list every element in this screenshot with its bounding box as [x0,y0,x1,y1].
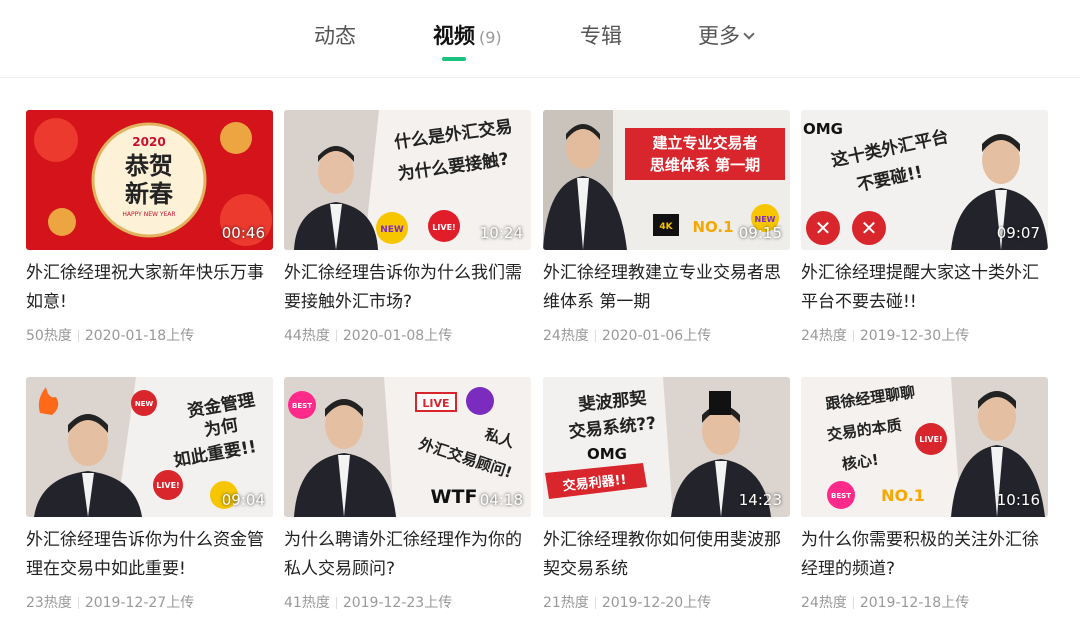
upload-date: 2019-12-30上传 [859,328,970,344]
thumb-text: OMG [587,445,627,463]
video-card[interactable]: BEST LIVE 私人 外汇交易顾问! WTF 04:18 为什么聘请外汇徐经… [284,377,531,612]
video-card[interactable]: 什么是外汇交易 为什么要接触? NEW LIVE! 10:24 外汇徐经理告诉你… [284,110,531,345]
x-mark-icon: ✕ [815,216,832,240]
heat-count: 50热度 [26,328,72,344]
heat-count: 23热度 [26,595,72,611]
thumb-text: BEST [831,492,851,500]
video-title[interactable]: 为什么聘请外汇徐经理作为你的私人交易顾问? [284,526,531,584]
video-thumbnail[interactable]: OMG 这十类外汇平台 不要碰!! ✕ ✕ 09:07 [801,110,1048,250]
thumb-text: NEW [380,225,404,235]
thumb-text: 建立专业交易者 [652,134,757,152]
thumb-text: 2020 [132,135,165,149]
thumb-text: LIVE [422,397,449,410]
thumb-text: 新春 [125,179,173,208]
divider [335,597,337,609]
thumb-text: OMG [803,120,843,138]
thumb-text: 恭贺 [124,151,173,180]
video-card[interactable]: NEW 资金管理 为何 如此重要!! LIVE! 09:04 外汇徐经理告诉你为… [26,377,273,612]
tab-label: 专辑 [580,24,622,48]
video-card[interactable]: 跟徐经理聊聊 交易的本质 核心! LIVE! BEST NO.1 10:16 为… [801,377,1048,612]
video-meta: 24热度 2020-01-06上传 [543,325,790,345]
thumb-text: HAPPY NEW YEAR [122,211,175,218]
heat-count: 24热度 [801,328,847,344]
thumb-text: 4K [659,222,673,232]
upload-date: 2020-01-06上传 [601,328,712,344]
video-thumbnail[interactable]: 什么是外汇交易 为什么要接触? NEW LIVE! 10:24 [284,110,531,250]
video-card[interactable]: 2020 恭贺 新春 HAPPY NEW YEAR 00:46 外汇徐经理祝大家… [26,110,273,345]
thumb-text: NEW [135,400,154,408]
video-meta: 21热度 2019-12-20上传 [543,592,790,612]
tab-label: 更多 [698,24,740,48]
heat-count: 21热度 [543,595,589,611]
thumb-text: LIVE! [156,481,179,490]
duration-label: 14:23 [738,491,782,509]
tab-bar: 动态 视频 (9) 专辑 更多 [0,0,1080,78]
thumb-text: BEST [292,402,312,410]
video-thumbnail[interactable]: BEST LIVE 私人 外汇交易顾问! WTF 04:18 [284,377,531,517]
video-meta: 24热度 2019-12-30上传 [801,325,1048,345]
heat-count: 41热度 [284,595,330,611]
tab-label: 动态 [314,24,356,48]
video-thumbnail[interactable]: 2020 恭贺 新春 HAPPY NEW YEAR 00:46 [26,110,273,250]
tab-more[interactable]: 更多 [698,20,755,52]
video-thumbnail[interactable]: 斐波那契 交易系统?? OMG 交易利器!! 14:23 [543,377,790,517]
heat-count: 24热度 [801,595,847,611]
video-thumbnail[interactable]: 跟徐经理聊聊 交易的本质 核心! LIVE! BEST NO.1 10:16 [801,377,1048,517]
duration-label: 04:18 [479,491,523,509]
divider [852,330,854,342]
duration-label: 10:16 [996,491,1040,509]
divider [594,597,596,609]
duration-label: 00:46 [221,224,265,242]
thumb-text: NO.1 [881,486,925,505]
upload-date: 2019-12-18上传 [859,595,970,611]
tab-albums[interactable]: 专辑 [580,20,622,52]
duration-label: 09:04 [221,491,265,509]
thumb-text: WTF [431,486,478,508]
video-meta: 41热度 2019-12-23上传 [284,592,531,612]
duration-label: 10:24 [479,224,523,242]
active-tab-indicator [442,57,466,61]
divider [335,330,337,342]
upload-date: 2019-12-27上传 [84,595,195,611]
thumb-text: NO.1 [692,218,733,236]
divider [852,597,854,609]
video-title[interactable]: 外汇徐经理教建立专业交易者思维体系 第一期 [543,259,790,317]
video-title[interactable]: 外汇徐经理告诉你为什么我们需要接触外汇市场? [284,259,531,317]
video-title[interactable]: 为什么你需要积极的关注外汇徐经理的频道? [801,526,1048,584]
upload-date: 2019-12-20上传 [601,595,712,611]
video-meta: 23热度 2019-12-27上传 [26,592,273,612]
thumb-text: LIVE! [432,223,455,232]
video-card[interactable]: OMG 这十类外汇平台 不要碰!! ✕ ✕ 09:07 外汇徐经理提醒大家这十类… [801,110,1048,345]
video-meta: 50热度 2020-01-18上传 [26,325,273,345]
video-title[interactable]: 外汇徐经理告诉你为什么资金管理在交易中如此重要! [26,526,273,584]
thumb-text: 思维体系 第一期 [650,156,760,174]
tab-count: (9) [479,28,502,47]
tab-label: 视频 [433,24,475,48]
heat-count: 44热度 [284,328,330,344]
tab-dynamics[interactable]: 动态 [314,20,356,52]
chevron-down-icon [743,28,755,40]
video-thumbnail[interactable]: 建立专业交易者 思维体系 第一期 4K NO.1 NEW 09:15 [543,110,790,250]
tab-videos[interactable]: 视频 (9) [433,20,502,61]
duration-label: 09:07 [996,224,1040,242]
video-title[interactable]: 外汇徐经理祝大家新年快乐万事如意! [26,259,273,317]
duration-label: 09:15 [738,224,782,242]
divider [77,330,79,342]
thumb-text: LIVE! [919,435,942,444]
video-card[interactable]: 建立专业交易者 思维体系 第一期 4K NO.1 NEW 09:15 外汇徐经理… [543,110,790,345]
divider [77,597,79,609]
divider [594,330,596,342]
video-meta: 44热度 2020-01-08上传 [284,325,531,345]
video-meta: 24热度 2019-12-18上传 [801,592,1048,612]
video-card[interactable]: 斐波那契 交易系统?? OMG 交易利器!! 14:23 外汇徐经理教你如何使用… [543,377,790,612]
upload-date: 2020-01-18上传 [84,328,195,344]
heat-count: 24热度 [543,328,589,344]
upload-date: 2019-12-23上传 [342,595,453,611]
video-title[interactable]: 外汇徐经理教你如何使用斐波那契交易系统 [543,526,790,584]
upload-date: 2020-01-08上传 [342,328,453,344]
x-mark-icon: ✕ [861,216,878,240]
video-thumbnail[interactable]: NEW 资金管理 为何 如此重要!! LIVE! 09:04 [26,377,273,517]
thumb-text: NEW [755,215,776,224]
video-title[interactable]: 外汇徐经理提醒大家这十类外汇平台不要去碰!! [801,259,1048,317]
